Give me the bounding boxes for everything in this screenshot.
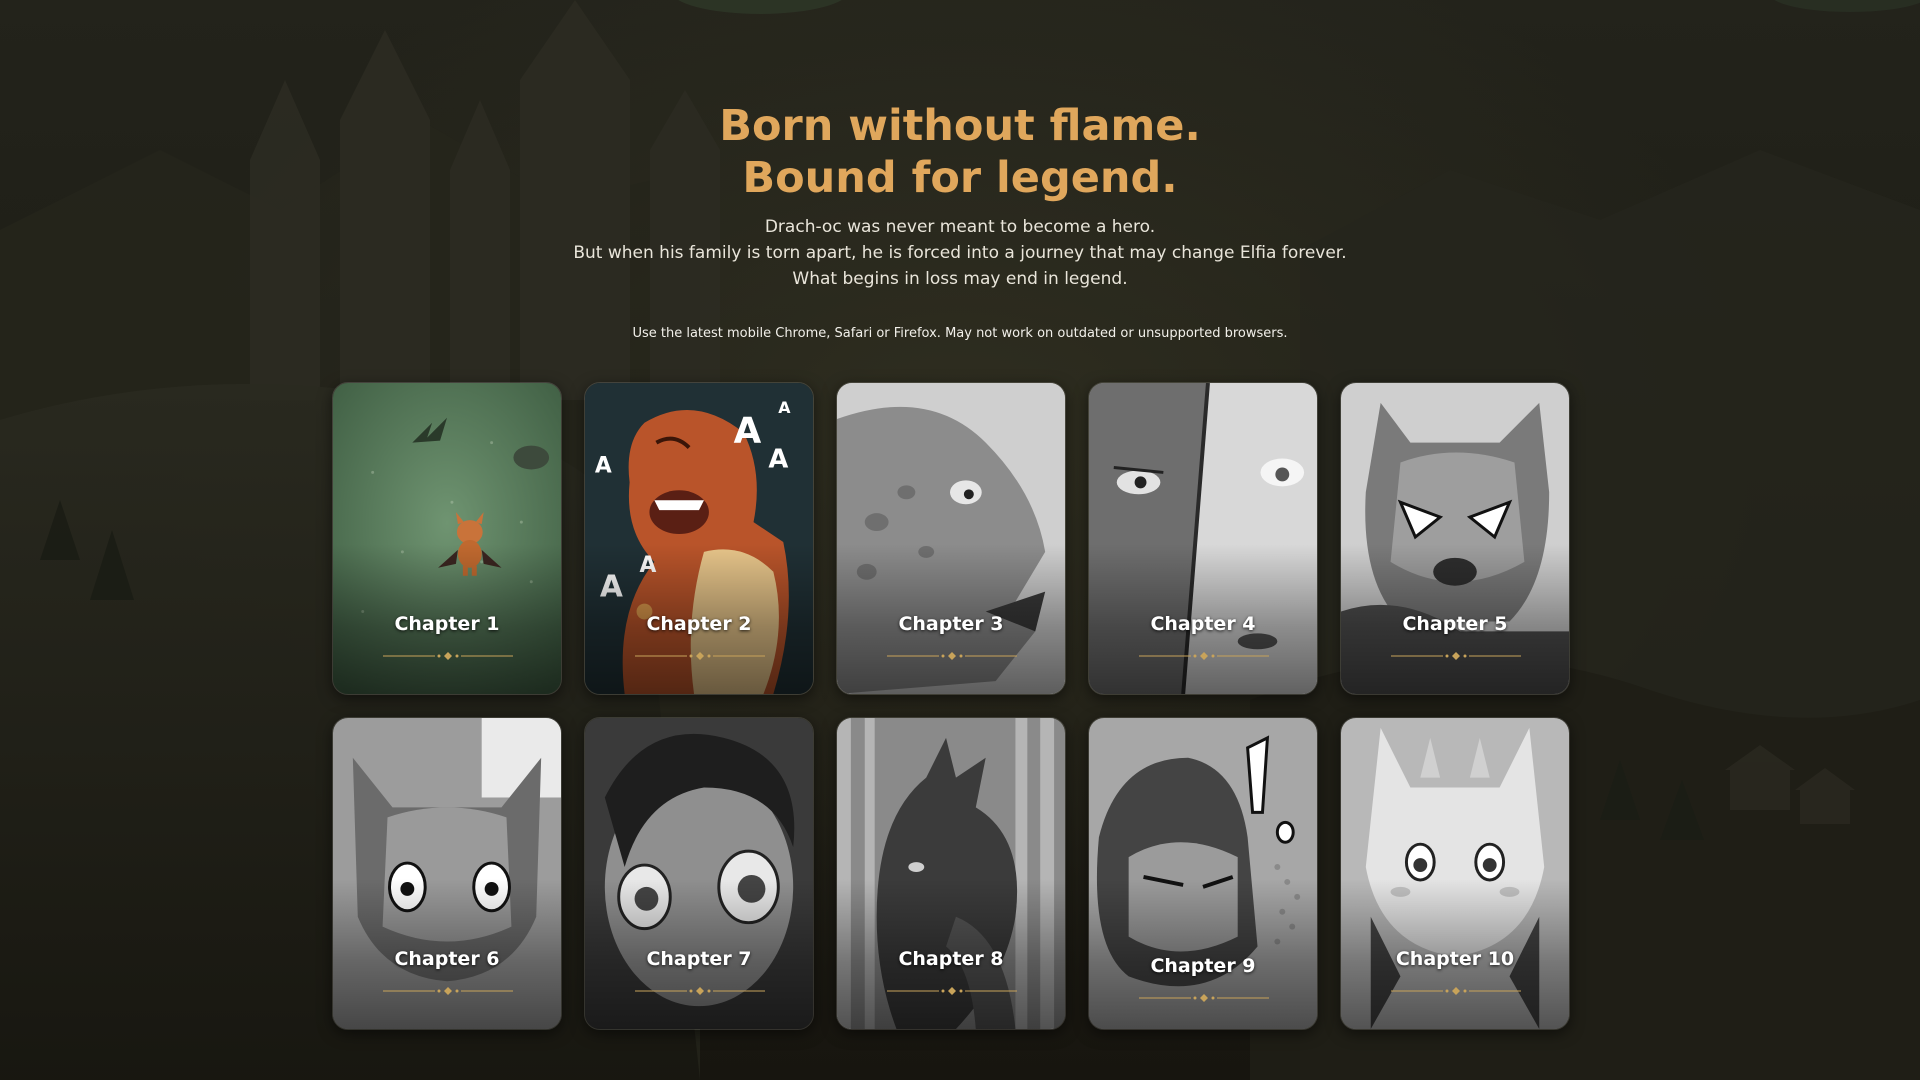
chapter-card-7[interactable]: Chapter 7	[584, 717, 814, 1030]
chapter-card-1[interactable]: Chapter 1	[332, 382, 562, 695]
chapter-3-label: Chapter 3	[898, 613, 1004, 635]
ornament-divider-icon	[1391, 652, 1521, 660]
ornament-divider-icon	[1139, 652, 1269, 660]
ornament-divider-icon	[635, 987, 765, 995]
svg-text:A: A	[768, 444, 788, 474]
svg-text:A: A	[595, 453, 612, 478]
headline-line-2: Bound for legend.	[742, 153, 1178, 203]
story-intro: Drach-oc was never meant to become a her…	[0, 214, 1920, 292]
ornament-divider-icon	[383, 652, 513, 660]
ornament-divider-icon	[887, 987, 1017, 995]
chapter-card-5[interactable]: Chapter 5	[1340, 382, 1570, 695]
chapter-8-label: Chapter 8	[898, 948, 1004, 970]
ornament-divider-icon	[1391, 987, 1521, 995]
main-content: Born without flame. Bound for legend. Dr…	[0, 0, 1920, 1080]
chapter-card-3[interactable]: Chapter 3	[836, 382, 1066, 695]
chapter-4-label: Chapter 4	[1150, 613, 1256, 635]
chapter-card-9[interactable]: Chapter 9	[1088, 717, 1318, 1030]
chapter-card-4[interactable]: Chapter 4	[1088, 382, 1318, 695]
chapter-5-label: Chapter 5	[1402, 613, 1508, 635]
page-headline: Born without flame. Bound for legend.	[0, 100, 1920, 204]
ornament-divider-icon	[887, 652, 1017, 660]
chapter-card-10[interactable]: Chapter 10	[1340, 717, 1570, 1030]
svg-text:A: A	[734, 411, 762, 452]
svg-text:A: A	[778, 398, 791, 417]
chapter-9-label: Chapter 9	[1150, 955, 1256, 977]
chapter-1-label: Chapter 1	[394, 613, 500, 635]
intro-line-1: Drach-oc was never meant to become a her…	[764, 217, 1156, 237]
chapter-grid: Chapter 1 A A A A Chapter 2 Chapter 3 Ch…	[332, 382, 1570, 1030]
chapter-2-label: Chapter 2	[646, 613, 752, 635]
ornament-divider-icon	[383, 987, 513, 995]
chapter-card-6[interactable]: Chapter 6	[332, 717, 562, 1030]
chapter-6-label: Chapter 6	[394, 948, 500, 970]
browser-notice: Use the latest mobile Chrome, Safari or …	[632, 326, 1288, 341]
chapter-card-2[interactable]: A A A A A A Chapter 2	[584, 382, 814, 695]
chapter-10-label: Chapter 10	[1395, 948, 1515, 970]
chapter-card-8[interactable]: Chapter 8	[836, 717, 1066, 1030]
ornament-divider-icon	[1139, 994, 1269, 1002]
page: Born without flame. Bound for legend. Dr…	[0, 0, 1920, 1080]
chapter-7-label: Chapter 7	[646, 948, 752, 970]
ornament-divider-icon	[635, 652, 765, 660]
intro-line-2: But when his family is torn apart, he is…	[573, 243, 1347, 263]
headline-line-1: Born without flame.	[719, 101, 1201, 151]
card-shade	[1089, 879, 1317, 1029]
intro-line-3: What begins in loss may end in legend.	[792, 269, 1128, 289]
